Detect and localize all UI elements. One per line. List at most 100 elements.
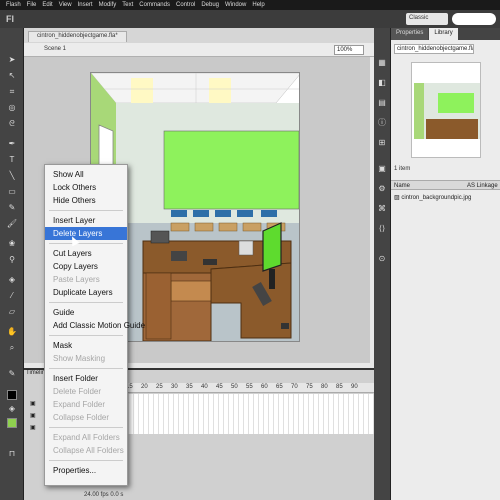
menu-item-cut-layers[interactable]: Cut Layers bbox=[45, 247, 127, 260]
eyedropper-tool-icon[interactable]: ⁄ bbox=[5, 290, 19, 302]
column-name[interactable]: Name bbox=[394, 182, 410, 190]
menu-flash[interactable]: Flash bbox=[6, 2, 21, 8]
free-transform-tool-icon[interactable]: ⌗ bbox=[5, 86, 19, 98]
selection-tool-icon[interactable]: ➤ bbox=[5, 54, 19, 66]
subselection-tool-icon[interactable]: ↖ bbox=[5, 70, 19, 82]
menu-control[interactable]: Control bbox=[176, 2, 195, 8]
frame-number: 40 bbox=[201, 384, 208, 390]
menu-item-insert-layer[interactable]: Insert Layer bbox=[45, 214, 127, 227]
frame-ruler[interactable]: 15 20 25 30 35 40 45 50 55 60 65 70 75 8… bbox=[124, 383, 374, 393]
deco-tool-icon[interactable]: ❀ bbox=[5, 238, 19, 250]
layer-context-menu: Show All Lock Others Hide Others Insert … bbox=[44, 164, 145, 486]
pencil-tool-icon[interactable]: ✎ bbox=[5, 202, 19, 214]
menu-item-delete-folder: Delete Folder bbox=[53, 387, 102, 396]
motion-presets-panel-icon[interactable]: ⚙ bbox=[377, 184, 387, 194]
frame-number: 30 bbox=[171, 384, 178, 390]
layer-row[interactable]: ▣ bbox=[30, 412, 36, 419]
stroke-color-swatch[interactable] bbox=[7, 390, 17, 400]
components-panel-icon[interactable]: ▣ bbox=[377, 164, 387, 174]
eraser-tool-icon[interactable]: ▱ bbox=[5, 306, 19, 318]
column-linkage[interactable]: AS Linkage bbox=[467, 182, 498, 190]
document-tab[interactable]: cintron_hiddenobjectgame.fla* bbox=[28, 31, 127, 42]
menu-item-delete-layers[interactable]: Delete Layers bbox=[45, 227, 127, 240]
info-panel-icon[interactable]: ⓘ bbox=[377, 118, 387, 128]
menu-item-show-all[interactable]: Show All bbox=[45, 168, 127, 181]
menu-item-hide-others[interactable]: Hide Others bbox=[45, 194, 127, 207]
text-tool-icon[interactable]: T bbox=[5, 154, 19, 166]
menu-item-lock-others[interactable]: Lock Others bbox=[45, 181, 127, 194]
menu-separator bbox=[49, 460, 123, 461]
pen-tool-icon[interactable]: ✒ bbox=[5, 138, 19, 150]
zoom-select[interactable]: 100% bbox=[334, 45, 364, 55]
library-tab-bar: Properties Library bbox=[391, 28, 500, 40]
actions-panel-icon[interactable]: ⌘ bbox=[377, 204, 387, 214]
frame-number: 65 bbox=[276, 384, 283, 390]
tab-properties[interactable]: Properties bbox=[391, 28, 429, 40]
library-item-label: cintron_backgroundpic.jpg bbox=[401, 195, 472, 201]
menu-insert[interactable]: Insert bbox=[78, 2, 93, 8]
bone-tool-icon[interactable]: ⚲ bbox=[5, 254, 19, 266]
menu-text[interactable]: Text bbox=[122, 2, 133, 8]
app-title-bar: Fl Classic bbox=[0, 10, 500, 28]
menu-item-copy-layers[interactable]: Copy Layers bbox=[45, 260, 127, 273]
frame-number: 90 bbox=[351, 384, 358, 390]
menu-separator bbox=[49, 302, 123, 303]
menu-item-properties[interactable]: Properties... bbox=[45, 464, 127, 477]
3d-rotation-tool-icon[interactable]: ◎ bbox=[5, 102, 19, 114]
hand-tool-icon[interactable]: ✋ bbox=[5, 326, 19, 338]
scene-breadcrumb[interactable]: Scene 1 bbox=[44, 46, 66, 52]
frame-number: 75 bbox=[306, 384, 313, 390]
menu-item-collapse-all-folders: Collapse All Folders bbox=[53, 446, 124, 455]
frame-number: 85 bbox=[336, 384, 343, 390]
stroke-color-pencil-icon: ✎ bbox=[8, 369, 16, 378]
code-snippets-panel-icon[interactable]: ⟨⟩ bbox=[377, 224, 387, 234]
menu-file[interactable]: File bbox=[27, 2, 37, 8]
menu-separator bbox=[49, 210, 123, 211]
menu-item-insert-folder[interactable]: Insert Folder bbox=[45, 372, 127, 385]
library-item[interactable]: ▨ cintron_backgroundpic.jpg bbox=[394, 194, 471, 201]
library-column-header: Name AS Linkage bbox=[391, 180, 500, 190]
fill-color-swatch[interactable] bbox=[7, 418, 17, 428]
menu-help[interactable]: Help bbox=[252, 2, 264, 8]
frame-number: 25 bbox=[156, 384, 163, 390]
swatches-panel-icon[interactable]: ▤ bbox=[377, 98, 387, 108]
menu-separator bbox=[49, 427, 123, 428]
menu-item-duplicate-layers[interactable]: Duplicate Layers bbox=[45, 286, 127, 299]
frame-number: 50 bbox=[231, 384, 238, 390]
history-panel-icon[interactable]: ⊙ bbox=[377, 254, 387, 264]
menu-item-guide[interactable]: Guide bbox=[45, 306, 127, 319]
rectangle-tool-icon[interactable]: ▭ bbox=[5, 186, 19, 198]
menu-window[interactable]: Window bbox=[225, 2, 246, 8]
help-search-input[interactable] bbox=[452, 13, 496, 25]
menu-item-show-masking: Show Masking bbox=[53, 354, 106, 363]
menu-debug[interactable]: Debug bbox=[201, 2, 219, 8]
menu-edit[interactable]: Edit bbox=[42, 2, 52, 8]
zoom-tool-icon[interactable]: ⌕ bbox=[5, 342, 19, 354]
tab-library[interactable]: Library bbox=[429, 28, 458, 40]
paint-bucket-tool-icon[interactable]: ◈ bbox=[5, 274, 19, 286]
align-panel-icon[interactable]: ▦ bbox=[377, 58, 387, 68]
snap-to-objects-icon[interactable]: ⊓ bbox=[5, 448, 19, 460]
frame-number: 20 bbox=[141, 384, 148, 390]
menu-item-mask[interactable]: Mask bbox=[45, 339, 127, 352]
menu-item-add-classic-motion-guide[interactable]: Add Classic Motion Guide bbox=[45, 319, 145, 332]
menu-view[interactable]: View bbox=[59, 2, 72, 8]
transform-panel-icon[interactable]: ⊞ bbox=[377, 138, 387, 148]
frame-grid[interactable] bbox=[124, 394, 374, 434]
line-tool-icon[interactable]: ╲ bbox=[5, 170, 19, 182]
brush-tool-icon[interactable]: 🖌 bbox=[5, 218, 19, 230]
library-preview bbox=[411, 62, 481, 158]
edit-bar: Scene 1 100% bbox=[24, 43, 374, 57]
color-panel-icon[interactable]: ◧ bbox=[377, 78, 387, 88]
menu-modify[interactable]: Modify bbox=[99, 2, 117, 8]
lasso-tool-icon[interactable]: ᘓ bbox=[5, 118, 19, 130]
workspace-switcher[interactable]: Classic bbox=[406, 13, 448, 25]
layer-row[interactable]: ▣ bbox=[30, 400, 36, 407]
menu-commands[interactable]: Commands bbox=[139, 2, 170, 8]
menu-item-expand-folder: Expand Folder bbox=[53, 400, 106, 409]
library-preview-thumbnail bbox=[414, 83, 480, 139]
frame-number: 45 bbox=[216, 384, 223, 390]
layer-row[interactable]: ▣ bbox=[30, 424, 36, 431]
library-document-select[interactable]: cintron_hiddenobjectgame.fla bbox=[394, 44, 474, 54]
menu-item-paste-layers: Paste Layers bbox=[53, 275, 100, 284]
